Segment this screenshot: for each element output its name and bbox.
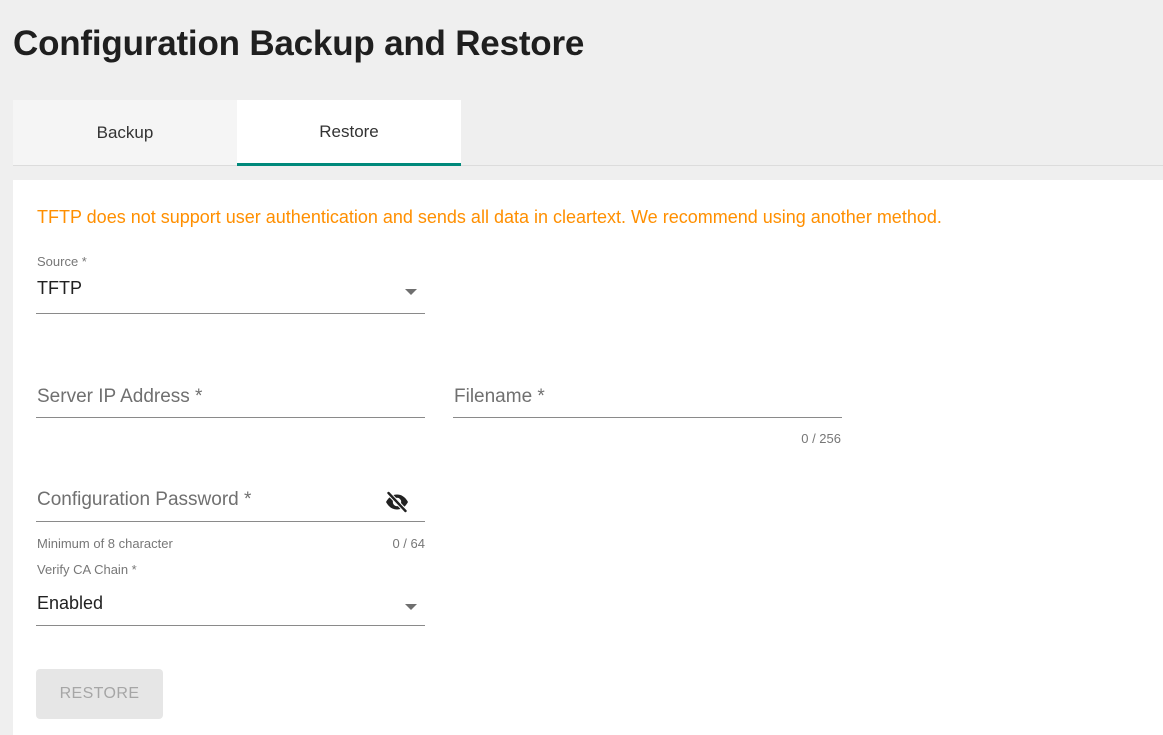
source-value: TFTP <box>37 278 82 298</box>
verify-ca-chain-value: Enabled <box>37 593 104 613</box>
config-password-hint: Minimum of 8 character <box>37 536 173 551</box>
server-ip-placeholder: Server IP Address * <box>37 386 203 407</box>
filename-counter: 0 / 256 <box>801 431 841 446</box>
tab-restore[interactable]: Restore <box>237 100 461 166</box>
page: Configuration Backup and Restore Backup … <box>0 0 1163 735</box>
tftp-warning-message: TFTP does not support user authenticatio… <box>37 207 942 227</box>
source-underline <box>36 313 425 314</box>
verify-ca-chain-underline <box>36 625 425 626</box>
server-ip-underline <box>36 417 425 418</box>
verify-ca-chain-label: Verify CA Chain * <box>37 562 137 577</box>
eye-off-icon[interactable] <box>385 490 409 514</box>
tab-backup[interactable]: Backup <box>13 100 237 166</box>
config-password-placeholder: Configuration Password * <box>37 489 252 510</box>
filename-placeholder: Filename * <box>454 386 545 407</box>
filename-underline <box>453 417 842 418</box>
tab-bar-divider <box>461 165 1163 166</box>
source-label: Source * <box>37 254 87 269</box>
chevron-down-icon <box>405 289 417 295</box>
config-password-underline <box>36 521 425 522</box>
restore-panel: TFTP does not support user authenticatio… <box>13 180 1163 735</box>
tab-bar: Backup Restore <box>13 100 461 166</box>
config-password-counter: 0 / 64 <box>392 536 425 551</box>
restore-button[interactable]: RESTORE <box>36 669 163 719</box>
chevron-down-icon <box>405 604 417 610</box>
page-title: Configuration Backup and Restore <box>13 24 585 63</box>
